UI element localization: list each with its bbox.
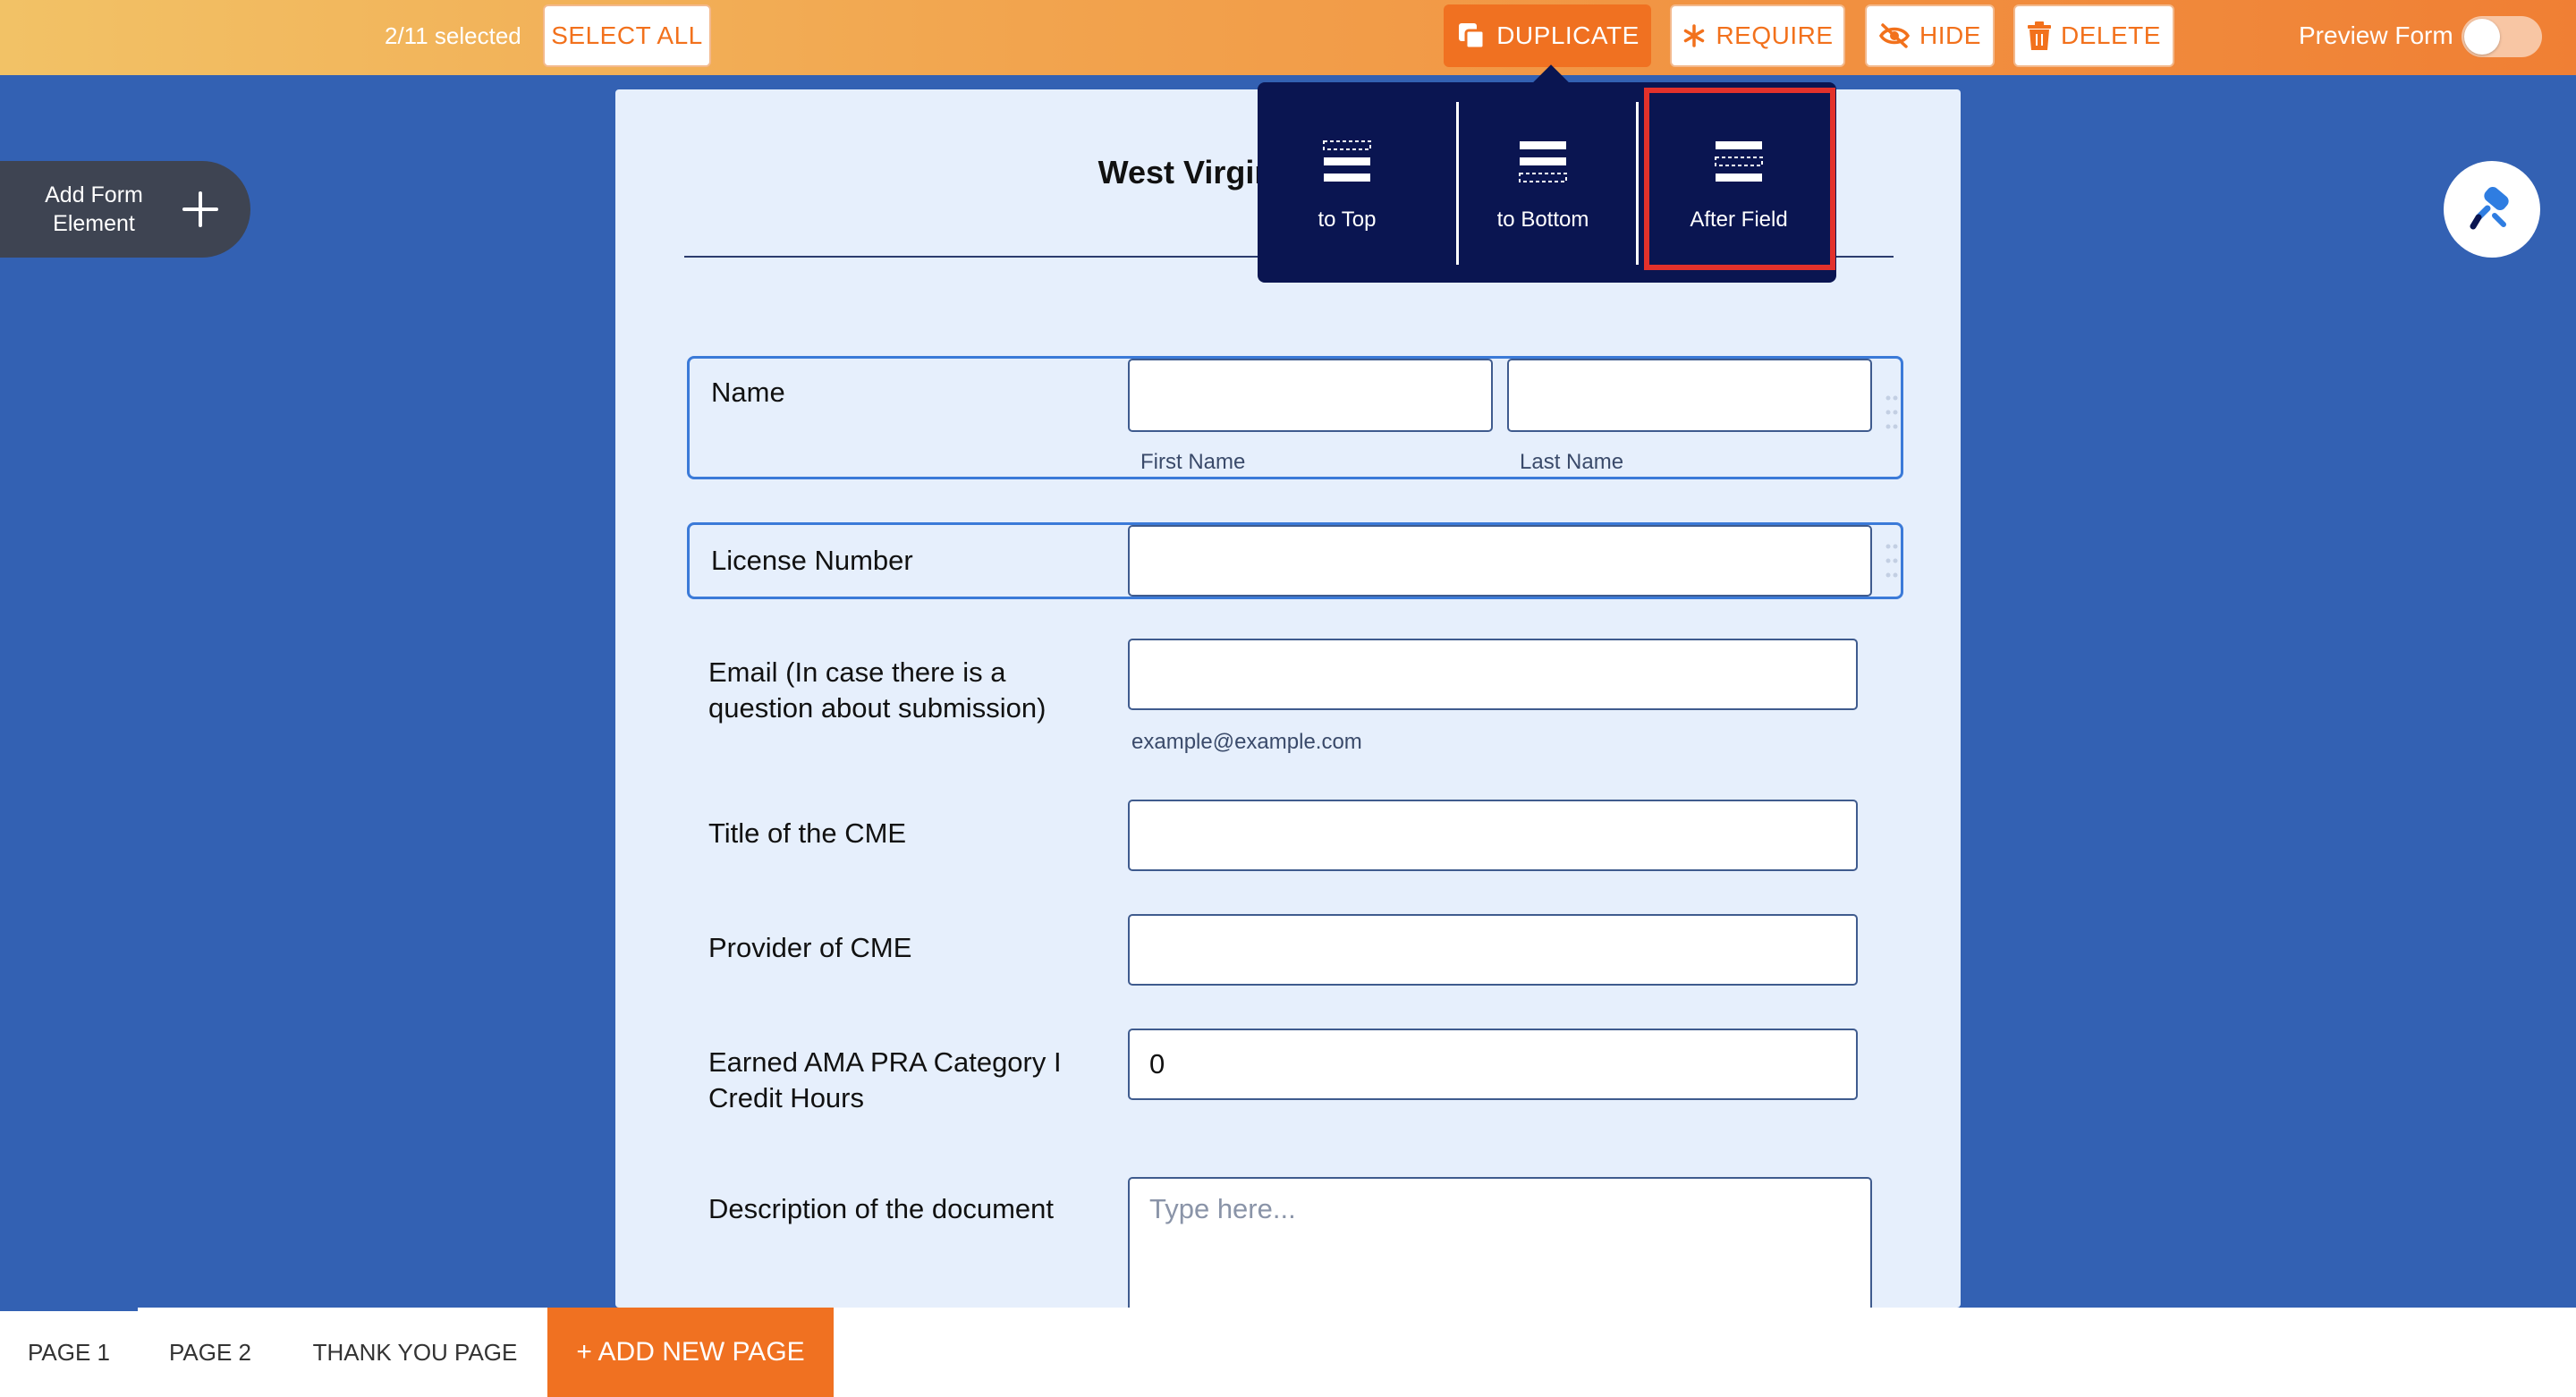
license-number-input[interactable]: [1128, 525, 1872, 597]
move-to-bottom-label: to Bottom: [1496, 207, 1589, 232]
move-to-top-option[interactable]: to Top: [1258, 82, 1436, 283]
require-label: REQUIRE: [1716, 21, 1834, 49]
plus-icon: [182, 191, 218, 227]
asterisk-icon: [1682, 23, 1707, 48]
description-textarea[interactable]: Type here...: [1128, 1177, 1872, 1308]
add-form-element-label: Add Form Element: [45, 182, 143, 236]
field-cme-title[interactable]: Title of the CME: [687, 798, 1903, 871]
email-sublabel: example@example.com: [1131, 730, 1362, 754]
require-button[interactable]: REQUIRE: [1670, 4, 1845, 67]
tab-page-1[interactable]: PAGE 1: [0, 1308, 138, 1397]
duplicate-button[interactable]: DUPLICATE: [1444, 4, 1651, 67]
selected-count: 2/11 selected: [385, 22, 521, 49]
last-name-input[interactable]: [1507, 359, 1872, 432]
first-name-input[interactable]: [1128, 359, 1493, 432]
select-all-label: SELECT ALL: [551, 21, 703, 49]
duplicate-label: DUPLICATE: [1496, 21, 1640, 49]
preview-form-label: Preview Form: [2299, 21, 2453, 49]
tab-page-2[interactable]: PAGE 2: [152, 1308, 268, 1397]
page-tabs-bar: PAGE 1 PAGE 2 THANK YOU PAGE + ADD NEW P…: [0, 1308, 2576, 1397]
hide-button[interactable]: HIDE: [1865, 4, 1995, 67]
add-new-page-button[interactable]: + ADD NEW PAGE: [547, 1308, 834, 1397]
preview-form-toggle[interactable]: [2462, 16, 2542, 57]
move-to-top-icon: [1323, 140, 1371, 182]
menu-divider: [1636, 102, 1639, 265]
email-label: Email (In case there is a question about…: [708, 656, 1046, 724]
trash-icon: [2027, 21, 2052, 51]
field-name[interactable]: Name First Name Last Name: [687, 356, 1903, 479]
credit-hours-input[interactable]: 0: [1128, 1029, 1858, 1100]
paint-roller-icon: [2470, 186, 2509, 230]
field-credit-hours[interactable]: Earned AMA PRA Category I Credit Hours 0: [687, 1027, 1903, 1116]
cme-title-input[interactable]: [1128, 800, 1858, 871]
move-to-bottom-option[interactable]: to Bottom: [1453, 82, 1632, 283]
cme-title-label: Title of the CME: [708, 817, 907, 849]
field-license-number[interactable]: License Number: [687, 522, 1903, 599]
duplicate-icon: [1455, 20, 1487, 52]
drag-handle-icon[interactable]: [1885, 393, 1899, 432]
eye-off-icon: [1878, 22, 1911, 49]
select-all-button[interactable]: SELECT ALL: [543, 4, 711, 67]
credit-hours-label: Earned AMA PRA Category I Credit Hours: [708, 1046, 1062, 1113]
drag-handle-icon[interactable]: [1885, 541, 1899, 580]
last-name-sublabel: Last Name: [1520, 450, 1624, 474]
hide-label: HIDE: [1919, 21, 1981, 49]
field-description[interactable]: Description of the document Type here...: [687, 1173, 1903, 1308]
delete-button[interactable]: DELETE: [2013, 4, 2174, 67]
move-to-bottom-icon: [1519, 141, 1567, 182]
cme-provider-label: Provider of CME: [708, 932, 912, 963]
after-field-highlight: [1644, 88, 1835, 270]
email-input[interactable]: [1128, 639, 1858, 710]
delete-label: DELETE: [2061, 21, 2161, 49]
tab-thank-you-page[interactable]: THANK YOU PAGE: [295, 1308, 535, 1397]
license-number-label: License Number: [711, 545, 913, 576]
field-email[interactable]: Email (In case there is a question about…: [687, 637, 1903, 771]
add-form-element-button[interactable]: Add Form Element: [0, 161, 250, 258]
form-designer-button[interactable]: [2444, 161, 2540, 258]
move-to-top-label: to Top: [1318, 207, 1377, 232]
name-label: Name: [711, 377, 785, 408]
top-toolbar: 2/11 selected SELECT ALL DUPLICATE REQUI…: [0, 0, 2576, 75]
description-label: Description of the document: [708, 1193, 1054, 1224]
toggle-knob: [2464, 19, 2500, 55]
field-cme-provider[interactable]: Provider of CME: [687, 912, 1903, 986]
move-menu: to Top to Bottom After Field: [1258, 64, 1836, 283]
cme-provider-input[interactable]: [1128, 914, 1858, 986]
first-name-sublabel: First Name: [1140, 450, 1246, 474]
